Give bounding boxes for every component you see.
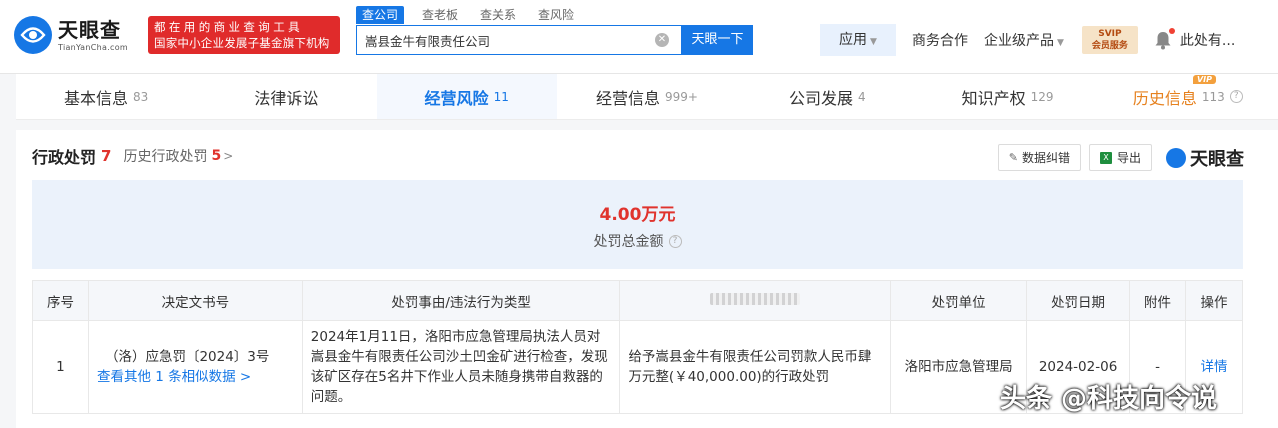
edit-icon: ✎	[1008, 151, 1018, 164]
logo-eye-icon	[14, 16, 52, 54]
row-index: 1	[32, 320, 89, 414]
slogan-banner: 都在用的商业查询工具 国家中小企业发展子基金旗下机构	[148, 16, 340, 54]
nav-business[interactable]: 商务合作	[912, 30, 968, 50]
logo-domain: TianYanCha.com	[58, 43, 128, 52]
tab-history[interactable]: VIP 历史信息 113 ?	[1098, 74, 1278, 119]
excel-icon: X	[1099, 151, 1112, 164]
history-penalty-count: 5	[211, 148, 222, 164]
history-penalty-link[interactable]: 历史行政处罚	[123, 146, 207, 166]
export-label: 导出	[1116, 151, 1141, 165]
svip-subtitle: 会员服务	[1091, 41, 1128, 51]
section-title: 行政处罚	[32, 148, 97, 167]
col-action: 操作	[1184, 280, 1244, 321]
svip-badge[interactable]: SVIP 会员服务	[1081, 26, 1138, 54]
penalty-summary: 4.00万元 处罚总金额?	[32, 180, 1243, 269]
data-correct-label: 数据纠错	[1021, 151, 1070, 165]
search-input[interactable]	[365, 32, 655, 48]
app-root: 天眼查 TianYanCha.com 都在用的商业查询工具 国家中小企业发展子基…	[0, 0, 1278, 428]
similar-data-link[interactable]: 查看其他 1 条相似数据 >	[97, 367, 294, 387]
search-box: ✕	[356, 25, 682, 55]
clear-icon[interactable]: ✕	[655, 33, 669, 47]
category-tabs: 基本信息 83 法律诉讼 经营风险 11 经营信息 999+ 公司发展 4 知识产权 12…	[16, 74, 1278, 120]
chevron-right-icon[interactable]: >	[223, 149, 233, 163]
tab-label: 基本信息	[63, 88, 128, 108]
col-date: 处罚日期	[1026, 280, 1131, 321]
tab-count: 11	[493, 89, 509, 104]
row-content: 给予嵩县金牛有限责任公司罚款人民币肆万元整(￥40,000.00)的行政处罚	[619, 320, 892, 414]
tab-count: 129	[1030, 89, 1054, 104]
slogan-line2: 国家中小企业发展子基金旗下机构	[154, 36, 330, 50]
penalty-total-label: 处罚总金额	[593, 234, 664, 250]
question-icon[interactable]: ?	[668, 234, 682, 248]
nav-enterprise[interactable]: 企业级产品 ▼	[984, 30, 1064, 50]
vip-tag: VIP	[1192, 75, 1216, 84]
tab-count: 999+	[665, 89, 698, 104]
brand-logo: 天眼查	[1166, 145, 1244, 171]
similar-data-label: 查看其他 1 条相似数据	[96, 369, 236, 385]
tab-ip[interactable]: 知识产权 129	[917, 74, 1097, 119]
row-doc-cell: （洛）应急罚〔2024〕3号 查看其他 1 条相似数据 >	[87, 320, 303, 414]
tab-label: 经营风险	[424, 88, 489, 108]
tab-label: 法律诉讼	[254, 88, 319, 108]
logo-name: 天眼查	[58, 18, 121, 42]
top-bar: 天眼查 TianYanCha.com 都在用的商业查询工具 国家中小企业发展子基…	[0, 0, 1278, 74]
col-doc-no: 决定文书号	[87, 280, 303, 321]
search-button[interactable]: 天眼一下	[682, 25, 753, 55]
row-reason: 2024年1月11日，洛阳市应急管理局执法人员对嵩县金牛有限责任公司沙土凹金矿进…	[301, 320, 621, 414]
bell-icon[interactable]	[1154, 28, 1175, 50]
col-attachment: 附件	[1129, 280, 1186, 321]
tab-business-risk[interactable]: 经营风险 11	[376, 74, 557, 119]
nav-enterprise-label: 企业级产品	[984, 33, 1054, 49]
svip-title: SVIP	[1098, 29, 1122, 39]
search-tab-boss[interactable]: 查老板	[418, 6, 462, 24]
tab-business-info[interactable]: 经营信息 999+	[557, 74, 737, 119]
tab-legal[interactable]: 法律诉讼	[196, 74, 376, 119]
slogan-line1: 都在用的商业查询工具	[154, 20, 303, 34]
brand-name: 天眼查	[1190, 148, 1244, 170]
logo-eye-icon	[1166, 147, 1186, 168]
tab-count: 113	[1201, 89, 1225, 104]
row-doc-no: （洛）应急罚〔2024〕3号	[104, 349, 270, 365]
nav-app-label: 应用	[839, 32, 868, 48]
section-tools: ✎ 数据纠错 X 导出 天眼查	[990, 144, 1244, 171]
chevron-right-icon: >	[239, 369, 252, 385]
tab-label: 经营信息	[595, 88, 660, 108]
top-nav: 应用 ▼ 商务合作 企业级产品 ▼ SVIP 会员服务 此处有...	[820, 24, 1235, 56]
caret-down-icon: ▼	[870, 37, 877, 47]
question-icon[interactable]: ?	[1229, 90, 1243, 103]
nav-app-menu[interactable]: 应用 ▼	[820, 24, 896, 56]
tab-development[interactable]: 公司发展 4	[737, 74, 917, 119]
user-name[interactable]: 此处有...	[1180, 30, 1235, 50]
table-header-row: 序号 决定文书号 处罚事由/违法行为类型 处罚单位 处罚日期 附件 操作	[32, 280, 1244, 321]
col-index: 序号	[32, 280, 89, 321]
tab-basic-info[interactable]: 基本信息 83	[16, 74, 196, 119]
col-content	[619, 280, 892, 321]
tab-count: 4	[857, 89, 866, 104]
site-logo[interactable]: 天眼查 TianYanCha.com	[14, 14, 142, 56]
col-unit: 处罚单位	[890, 280, 1028, 321]
search-tab-relation[interactable]: 查关系	[476, 6, 520, 24]
caret-down-icon: ▼	[1057, 38, 1064, 48]
watermark: 头条 @科技向令说	[1000, 384, 1218, 414]
col-reason: 处罚事由/违法行为类型	[301, 280, 621, 321]
data-correct-button[interactable]: ✎ 数据纠错	[997, 144, 1081, 171]
tab-label: 历史信息	[1132, 88, 1197, 108]
search-tab-risk[interactable]: 查风险	[534, 6, 578, 24]
penalty-total-amount: 4.00万元	[599, 205, 676, 225]
blurred-header	[710, 292, 801, 305]
section-count: 7	[101, 147, 112, 165]
tab-count: 83	[133, 89, 149, 104]
search-tab-company[interactable]: 查公司	[356, 6, 405, 24]
search-type-tabs: 查公司 查老板 查关系 查风险	[356, 6, 592, 24]
notification-dot	[1168, 28, 1175, 34]
tab-label: 公司发展	[788, 88, 853, 108]
export-button[interactable]: X 导出	[1088, 144, 1152, 171]
tab-label: 知识产权	[961, 88, 1026, 108]
section-header: 行政处罚 7 历史行政处罚 5 >	[32, 146, 233, 167]
